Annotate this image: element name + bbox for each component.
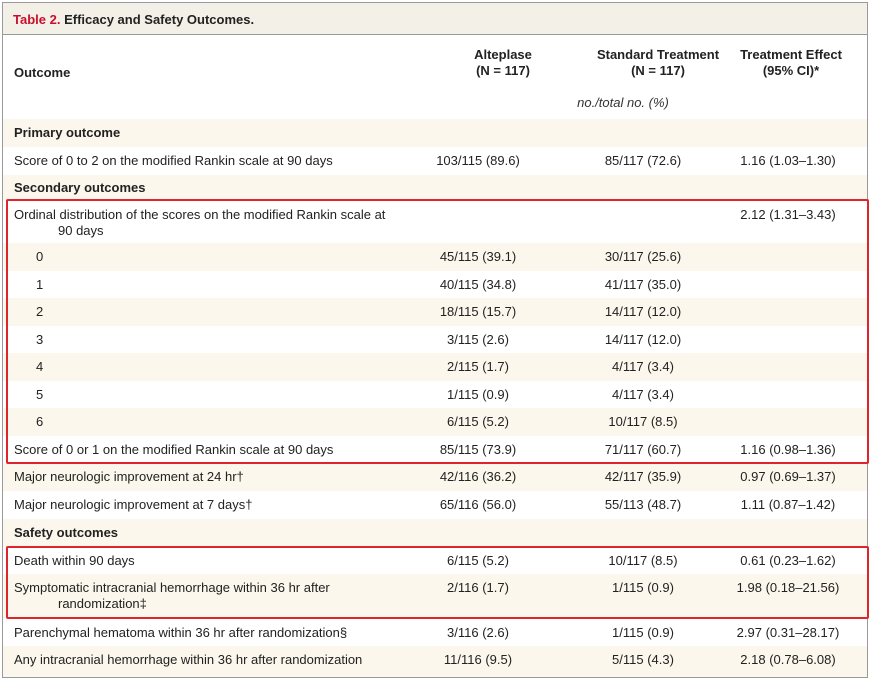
row-outcome-line2: 90 days xyxy=(58,223,104,238)
row-outcome: Parenchymal hematoma within 36 hr after … xyxy=(14,625,348,640)
header-effect-label: Treatment Effect xyxy=(740,47,842,62)
row-standard: 10/117 (8.5) xyxy=(608,414,678,429)
table-title-text: Efficacy and Safety Outcomes. xyxy=(64,12,255,27)
section-secondary-label: Secondary outcomes xyxy=(14,180,146,195)
row-alteplase: 42/116 (36.2) xyxy=(439,469,517,484)
row-outcome: 5 xyxy=(36,387,44,402)
section-safety: Safety outcomes xyxy=(3,519,867,547)
header-outcome: Outcome xyxy=(14,65,71,80)
row-standard: 30/117 (25.6) xyxy=(604,249,682,264)
row-outcome: Ordinal distribution of the scores on th… xyxy=(14,207,434,239)
row-alteplase: 85/115 (73.9) xyxy=(439,442,517,457)
header-alteplase: Alteplase (N = 117) xyxy=(433,47,573,79)
row-standard: 42/117 (35.9) xyxy=(604,469,682,484)
header-effect: Treatment Effect (95% CI)* xyxy=(721,47,861,79)
row-outcome: 0 xyxy=(36,249,44,264)
row-alteplase: 2/116 (1.7) xyxy=(447,580,509,595)
table-row: 5 1/115 (0.9) 4/117 (3.4) xyxy=(3,381,867,408)
row-alteplase: 40/115 (34.8) xyxy=(439,277,517,292)
table-row: Major neurologic improvement at 24 hr† 4… xyxy=(3,463,867,491)
row-outcome: Symptomatic intracranial hemorrhage with… xyxy=(14,580,434,612)
row-effect: 0.97 (0.69–1.37) xyxy=(740,469,836,484)
row-standard: 41/117 (35.0) xyxy=(604,277,682,292)
row-effect: 2.97 (0.31–28.17) xyxy=(736,625,840,640)
row-standard: 14/117 (12.0) xyxy=(604,304,682,319)
row-standard: 71/117 (60.7) xyxy=(604,442,682,457)
row-outcome: Death within 90 days xyxy=(14,553,135,568)
row-outcome: 4 xyxy=(36,359,44,374)
row-effect: 2.18 (0.78–6.08) xyxy=(740,652,836,667)
row-standard: 55/113 (48.7) xyxy=(604,497,682,512)
header-effect-ci: (95% CI)* xyxy=(762,63,820,78)
row-outcome: 3 xyxy=(36,332,44,347)
row-outcome: Any intracranial hemorrhage within 36 hr… xyxy=(14,652,363,667)
row-standard: 1/115 (0.9) xyxy=(612,580,674,595)
row-outcome: Major neurologic improvement at 7 days† xyxy=(14,497,253,512)
row-alteplase: 3/115 (2.6) xyxy=(447,332,509,347)
table-row: 3 3/115 (2.6) 14/117 (12.0) xyxy=(3,326,867,353)
row-outcome: 1 xyxy=(36,277,44,292)
row-outcome-line1: Symptomatic intracranial hemorrhage with… xyxy=(14,580,330,595)
table-frame: Table 2. Efficacy and Safety Outcomes. O… xyxy=(2,2,869,678)
table-title: Table 2. Efficacy and Safety Outcomes. xyxy=(13,12,254,27)
table-row: Any intracranial hemorrhage within 36 hr… xyxy=(3,646,867,677)
row-effect: 1.98 (0.18–21.56) xyxy=(736,580,840,595)
row-standard: 5/115 (4.3) xyxy=(612,652,674,667)
table-row: 2 18/115 (15.7) 14/117 (12.0) xyxy=(3,298,867,326)
table-row: Score of 0 or 1 on the modified Rankin s… xyxy=(3,436,867,463)
row-outcome-line2: randomization‡ xyxy=(58,596,147,611)
table-title-bar: Table 2. Efficacy and Safety Outcomes. xyxy=(3,3,867,35)
table-row: 6 6/115 (5.2) 10/117 (8.5) xyxy=(3,408,867,436)
row-standard: 4/117 (3.4) xyxy=(612,387,674,402)
row-outcome: Score of 0 or 1 on the modified Rankin s… xyxy=(14,442,334,457)
row-alteplase: 45/115 (39.1) xyxy=(439,249,517,264)
row-alteplase: 18/115 (15.7) xyxy=(439,304,517,319)
row-outcome: 2 xyxy=(36,304,44,319)
section-primary: Primary outcome xyxy=(3,119,867,147)
row-outcome: Score of 0 to 2 on the modified Rankin s… xyxy=(14,153,333,168)
row-standard: 4/117 (3.4) xyxy=(612,359,674,374)
header-alteplase-n: (N = 117) xyxy=(476,63,530,78)
row-outcome-line1: Ordinal distribution of the scores on th… xyxy=(14,207,386,222)
row-alteplase: 11/116 (9.5) xyxy=(443,652,513,667)
row-alteplase: 3/116 (2.6) xyxy=(447,625,509,640)
table-row: 4 2/115 (1.7) 4/117 (3.4) xyxy=(3,353,867,381)
row-alteplase: 2/115 (1.7) xyxy=(447,359,509,374)
row-alteplase: 6/115 (5.2) xyxy=(447,414,509,429)
table-row: 0 45/115 (39.1) 30/117 (25.6) xyxy=(3,243,867,271)
row-standard: 10/117 (8.5) xyxy=(608,553,678,568)
row-alteplase: 65/116 (56.0) xyxy=(439,497,517,512)
row-effect: 2.12 (1.31–3.43) xyxy=(740,207,836,222)
section-secondary: Secondary outcomes xyxy=(3,175,867,201)
row-effect: 1.11 (0.87–1.42) xyxy=(740,497,836,512)
row-alteplase: 1/115 (0.9) xyxy=(447,387,509,402)
table-row: Major neurologic improvement at 7 days† … xyxy=(3,491,867,519)
row-effect: 1.16 (1.03–1.30) xyxy=(740,153,836,168)
table-row: Parenchymal hematoma within 36 hr after … xyxy=(3,618,867,646)
section-safety-label: Safety outcomes xyxy=(14,525,119,540)
row-standard: 14/117 (12.0) xyxy=(604,332,682,347)
row-outcome: 6 xyxy=(36,414,44,429)
units-note: no./total no. (%) xyxy=(577,95,669,110)
row-alteplase: 6/115 (5.2) xyxy=(447,553,509,568)
row-outcome: Major neurologic improvement at 24 hr† xyxy=(14,469,244,484)
section-primary-label: Primary outcome xyxy=(14,125,121,140)
row-standard: 85/117 (72.6) xyxy=(604,153,682,168)
table-row: Death within 90 days 6/115 (5.2) 10/117 … xyxy=(3,547,867,574)
row-effect: 1.16 (0.98–1.36) xyxy=(740,442,836,457)
table-label: Table 2. xyxy=(13,12,61,27)
table-row: 1 40/115 (34.8) 41/117 (35.0) xyxy=(3,271,867,298)
table-row: Ordinal distribution of the scores on th… xyxy=(3,201,867,243)
row-standard: 1/115 (0.9) xyxy=(612,625,674,640)
header-alteplase-label: Alteplase xyxy=(474,47,532,62)
table-row: Score of 0 to 2 on the modified Rankin s… xyxy=(3,147,867,175)
table-row: Symptomatic intracranial hemorrhage with… xyxy=(3,574,867,618)
row-effect: 0.61 (0.23–1.62) xyxy=(740,553,836,568)
row-alteplase: 103/115 (89.6) xyxy=(436,153,520,168)
